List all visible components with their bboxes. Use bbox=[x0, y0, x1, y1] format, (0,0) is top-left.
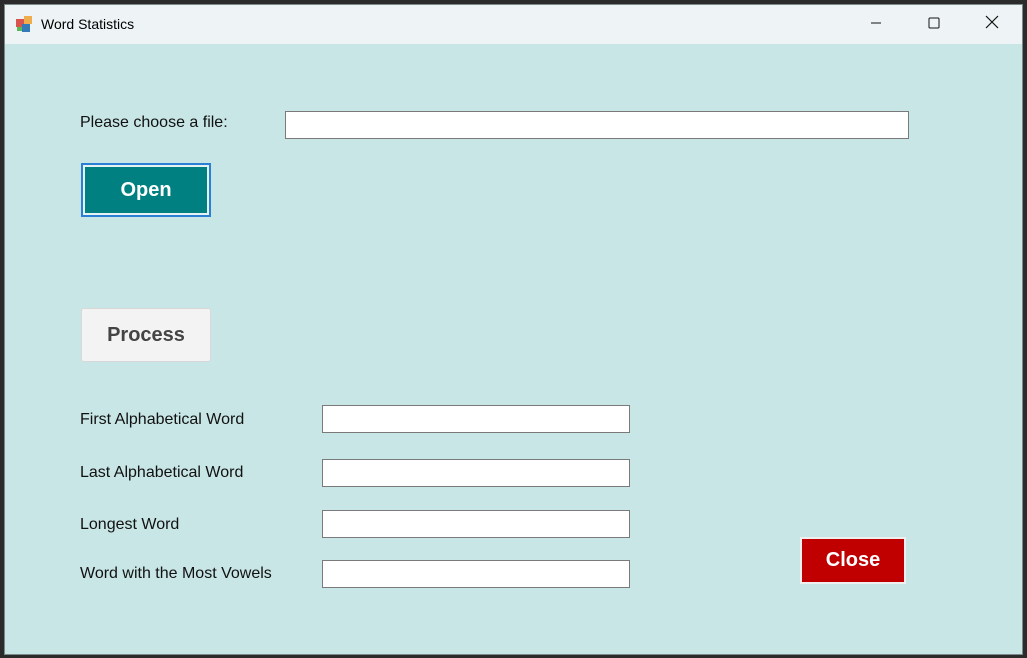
close-button[interactable]: Close bbox=[800, 537, 906, 584]
most-vowels-label: Word with the Most Vowels bbox=[80, 565, 272, 582]
open-button[interactable]: Open bbox=[81, 163, 211, 217]
longest-word-label: Longest Word bbox=[80, 516, 180, 533]
first-alphabetical-word-label: First Alphabetical Word bbox=[80, 411, 245, 428]
process-button[interactable]: Process bbox=[81, 308, 211, 362]
maximize-button[interactable] bbox=[905, 5, 963, 44]
minimize-icon bbox=[870, 16, 882, 34]
title-bar[interactable]: Word Statistics bbox=[5, 5, 1022, 44]
longest-word-field[interactable] bbox=[322, 510, 630, 538]
first-alphabetical-word-field[interactable] bbox=[322, 405, 630, 433]
window-title: Word Statistics bbox=[41, 16, 135, 32]
last-alphabetical-word-label: Last Alphabetical Word bbox=[80, 464, 244, 481]
main-window: Word Statistics Please choose a file: Op… bbox=[4, 4, 1023, 655]
last-alphabetical-word-field[interactable] bbox=[322, 459, 630, 487]
window-close-button[interactable] bbox=[963, 5, 1021, 44]
close-icon bbox=[985, 15, 999, 34]
maximize-icon bbox=[928, 16, 940, 34]
most-vowels-field[interactable] bbox=[322, 560, 630, 588]
choose-file-label: Please choose a file: bbox=[80, 114, 228, 131]
file-path-input[interactable] bbox=[285, 111, 909, 139]
app-icon bbox=[16, 16, 32, 32]
minimize-button[interactable] bbox=[847, 5, 905, 44]
